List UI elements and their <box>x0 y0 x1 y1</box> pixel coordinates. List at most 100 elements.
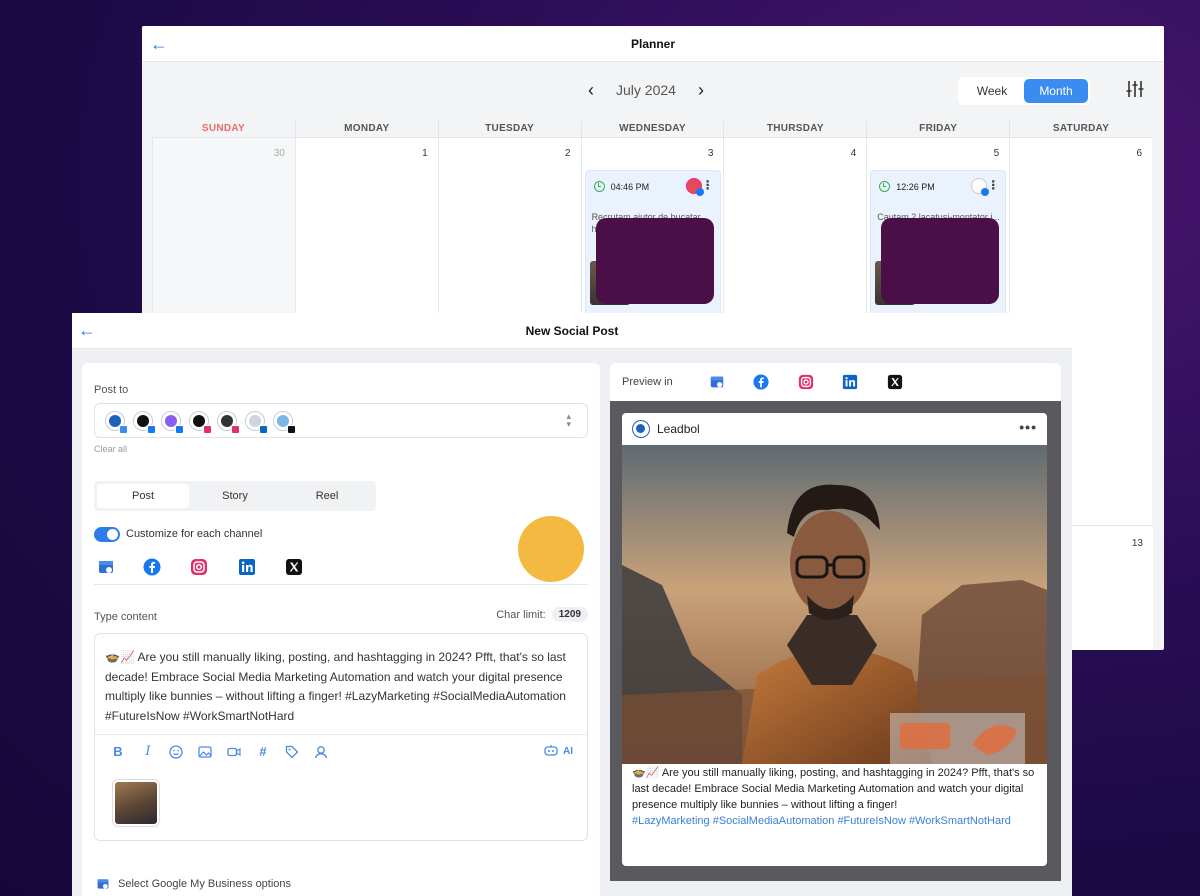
account-avatar <box>971 178 990 196</box>
ai-assist-button[interactable]: AI <box>543 744 573 758</box>
more-options-icon[interactable]: ••• <box>1019 419 1037 435</box>
customize-label: Customize for each channel <box>126 528 263 540</box>
linkedin-icon[interactable] <box>238 558 256 576</box>
account-avatar-google[interactable] <box>105 411 128 434</box>
ai-label: AI <box>563 745 573 757</box>
facebook-icon[interactable] <box>143 558 161 576</box>
back-arrow-icon[interactable]: ← <box>78 320 96 341</box>
weekday-tuesday: TUESDAY <box>437 121 581 137</box>
video-icon[interactable] <box>227 745 241 759</box>
day-number: 2 <box>565 148 571 159</box>
month-navigation: ‹ July 2024 › <box>588 81 704 99</box>
weekday-sunday: SUNDAY <box>201 123 245 134</box>
content-text[interactable]: 🍲📈 Are you still manually liking, postin… <box>105 648 581 726</box>
tag-icon[interactable] <box>285 745 299 759</box>
editor-toolbar: B I # AI <box>95 734 587 770</box>
account-avatar-x[interactable] <box>273 411 296 434</box>
gmb-options-label: Select Google My Business options <box>118 878 292 890</box>
post-title: New Social Post <box>525 323 619 338</box>
chevron-up-down-icon[interactable]: ▴ ▾ <box>566 412 571 429</box>
day-cell[interactable]: 13 <box>1071 525 1153 650</box>
account-avatar-facebook[interactable] <box>161 411 184 434</box>
weekday-saturday: SATURDAY <box>1009 121 1152 137</box>
day-number: 6 <box>1136 148 1142 159</box>
italic-icon[interactable]: I <box>141 745 155 759</box>
compose-panel: Post to ▴ ▾ Clear all Post Story Reel Cus… <box>82 363 600 896</box>
clear-all-link[interactable]: Clear all <box>94 444 127 454</box>
more-options-icon[interactable]: ⋮ <box>987 178 999 192</box>
weekday-monday: MONDAY <box>294 121 438 137</box>
next-month-icon[interactable]: › <box>698 81 704 99</box>
instagram-icon[interactable] <box>190 558 208 576</box>
post-type-tabs: Post Story Reel <box>94 481 376 511</box>
post-preview-text: 🍲📈 Are you still manually liking, postin… <box>632 767 1035 811</box>
type-content-label: Type content <box>94 611 157 623</box>
weekday-thursday: THURSDAY <box>723 121 866 137</box>
new-social-post-window: ← New Social Post Post to ▴ ▾ Clear all P… <box>72 313 1072 896</box>
filter-sliders-icon[interactable] <box>1125 79 1145 99</box>
scheduled-post-card[interactable]: 12:26 PM ⋮ Cautam 2 lacatusi-montator i.… <box>870 170 1007 330</box>
account-avatar-instagram[interactable] <box>217 411 240 434</box>
char-limit-label: Char limit: <box>496 608 546 621</box>
tab-story[interactable]: Story <box>189 484 281 508</box>
linkedin-icon[interactable] <box>842 374 858 390</box>
month-view-button[interactable]: Month <box>1024 79 1088 103</box>
mention-user-icon[interactable] <box>314 745 328 759</box>
channel-tabs <box>94 555 588 585</box>
x-icon[interactable] <box>285 558 303 576</box>
google-business-icon[interactable] <box>709 374 725 390</box>
day-number: 5 <box>993 148 1000 159</box>
planner-toolbar: ‹ July 2024 › Week Month <box>142 62 1164 118</box>
scheduled-post-card[interactable]: 04:46 PM ⋮ Recrutam ajutor de bucatar he… <box>584 170 721 330</box>
back-arrow-icon[interactable]: ← <box>150 34 168 55</box>
char-limit: Char limit: 1209 <box>496 607 588 622</box>
more-options-icon[interactable]: ⋮ <box>702 178 714 192</box>
day-number: 3 <box>707 148 714 159</box>
gmb-options-row[interactable]: Select Google My Business options <box>96 877 291 891</box>
planner-title: Planner <box>630 36 675 51</box>
google-business-icon[interactable] <box>97 558 115 576</box>
current-month: July 2024 <box>616 82 676 98</box>
bold-icon[interactable]: B <box>111 745 125 759</box>
account-avatar-instagram[interactable] <box>189 411 212 434</box>
post-image <box>622 445 1047 764</box>
customize-toggle[interactable] <box>94 527 120 542</box>
redaction-block <box>881 218 1000 304</box>
attached-image-thumbnail[interactable] <box>113 780 159 826</box>
post-header: ← New Social Post <box>72 313 1072 349</box>
content-editor[interactable]: 🍲📈 Are you still manually liking, postin… <box>94 633 588 841</box>
post-time: 12:26 PM <box>879 181 935 192</box>
clock-icon <box>593 181 605 192</box>
tab-reel[interactable]: Reel <box>281 484 373 508</box>
weekday-friday: FRIDAY <box>866 121 1009 137</box>
preview-header: Preview in <box>610 363 1061 401</box>
preview-panel: Preview in Leadbol ••• 🍲📈 Are you still … <box>610 363 1061 896</box>
facebook-icon[interactable] <box>753 374 769 390</box>
preview-label: Preview in <box>622 376 673 388</box>
robot-icon <box>544 745 558 756</box>
account-selector[interactable]: ▴ ▾ <box>94 403 588 438</box>
card-header: Leadbol ••• <box>622 413 1047 445</box>
account-logo-icon <box>632 420 650 438</box>
account-avatar-linkedin[interactable] <box>245 411 268 434</box>
planner-header: ← Planner <box>142 26 1164 62</box>
preview-body: Leadbol ••• 🍲📈 Are you still manually li… <box>610 401 1061 881</box>
hashtag-icon[interactable]: # <box>256 745 270 759</box>
week-view-button[interactable]: Week <box>960 79 1024 103</box>
day-number: 30 <box>273 148 285 159</box>
day-number: 4 <box>850 148 857 159</box>
instagram-icon[interactable] <box>798 374 814 390</box>
weekday-wednesday: WEDNESDAY <box>580 121 724 137</box>
post-time-label: 12:26 PM <box>896 181 935 192</box>
post-preview-card: Leadbol ••• 🍲📈 Are you still manually li… <box>622 413 1047 866</box>
emoji-icon[interactable] <box>169 745 183 759</box>
post-preview-hashtags: #LazyMarketing #SocialMediaAutomation #F… <box>632 815 1011 827</box>
tab-post[interactable]: Post <box>97 484 189 508</box>
account-avatar-facebook[interactable] <box>133 411 156 434</box>
post-to-label: Post to <box>94 384 129 396</box>
image-icon[interactable] <box>198 745 212 759</box>
clock-icon <box>879 181 891 192</box>
x-icon[interactable] <box>887 374 903 390</box>
prev-month-icon[interactable]: ‹ <box>588 81 594 99</box>
google-business-icon <box>97 879 109 889</box>
